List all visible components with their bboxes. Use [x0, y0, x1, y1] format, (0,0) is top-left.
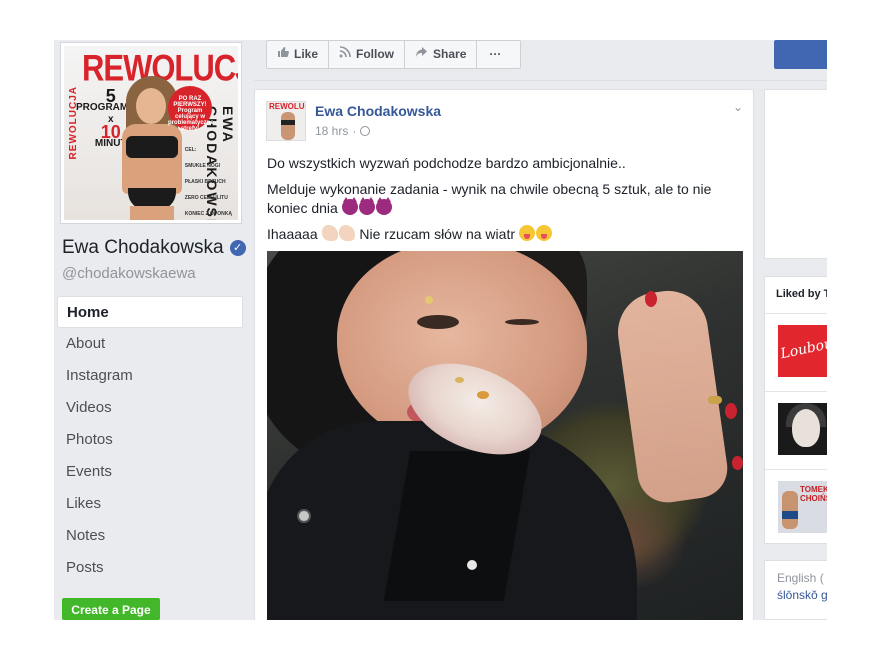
nav-item-likes[interactable]: Likes [57, 488, 243, 520]
more-options-button[interactable]: ··· [477, 41, 513, 68]
globe-icon [360, 126, 371, 136]
post-body: Do wszystkich wyzwań podchodze bardzo am… [267, 154, 737, 251]
facebook-page: REWOLUCJA REWOLUCJA EWA CHODAKOWSKA 5 PR… [54, 40, 827, 620]
liked-by-box: Liked by T Louboutin TOMEK CHOIŃSKI [764, 276, 827, 544]
cover-goals-list: CEL: SMUKŁE NOGI PŁASKI BRZUCH ZERO CELL… [184, 147, 232, 217]
right-info-box [764, 89, 827, 259]
liked-page-thumb-portrait[interactable] [778, 403, 827, 455]
page-handle: @chodakowskaewa [62, 265, 196, 282]
devil-emoji-icon [341, 197, 358, 215]
page-action-bar: Like Follow Share ··· [266, 40, 521, 69]
language-link[interactable]: ślōnskŏ g [777, 588, 827, 602]
cover-badge: PO RAZ PIERWSZY! Program celujący w prob… [168, 86, 214, 132]
share-arrow-icon [415, 41, 428, 68]
like-label: Like [294, 47, 319, 61]
like-button[interactable]: Like [267, 41, 330, 68]
left-column: REWOLUCJA REWOLUCJA EWA CHODAKOWSKA 5 PR… [54, 40, 250, 620]
post-photo[interactable] [267, 251, 743, 620]
current-language: English ( [777, 571, 824, 585]
create-page-button[interactable]: Create a Page [62, 598, 160, 620]
share-label: Share [433, 47, 467, 61]
post-meta: 18 hrs · [315, 124, 371, 138]
nav-item-home[interactable]: Home [57, 296, 243, 328]
nav-item-videos[interactable]: Videos [57, 392, 243, 424]
thumbs-up-icon [277, 41, 289, 68]
nav-item-notes[interactable]: Notes [57, 520, 243, 552]
page-title[interactable]: Ewa Chodakowska ✓ [62, 237, 246, 259]
follow-button[interactable]: Follow [329, 41, 406, 68]
devil-emoji-icon [358, 197, 375, 215]
chevron-down-icon[interactable]: ⌄ [733, 100, 743, 114]
liked-page-thumb-louboutin[interactable]: Louboutin [778, 325, 827, 377]
post-card: REWOLUCJA Ewa Chodakowska 18 hrs · ⌄ Do … [254, 89, 754, 620]
header-divider [254, 80, 827, 81]
liked-page-thumb-book[interactable]: TOMEK CHOIŃSKI [778, 481, 827, 533]
page-nav: Home About Instagram Videos Photos Event… [57, 296, 243, 584]
share-button[interactable]: Share [405, 41, 478, 68]
nav-item-posts[interactable]: Posts [57, 552, 243, 584]
devil-emoji-icon [375, 197, 392, 215]
language-box: English ( ślōnskŏ g [764, 560, 827, 620]
post-author-avatar[interactable]: REWOLUCJA [266, 101, 306, 141]
flexed-biceps-emoji-icon [338, 225, 355, 241]
rss-icon [339, 41, 351, 68]
nav-item-events[interactable]: Events [57, 456, 243, 488]
nav-item-instagram[interactable]: Instagram [57, 360, 243, 392]
post-timestamp[interactable]: 18 hrs [315, 124, 348, 138]
book-cover-image: REWOLUCJA REWOLUCJA EWA CHODAKOWSKA 5 PR… [64, 46, 238, 220]
liked-by-heading: Liked by T [776, 288, 827, 300]
profile-picture[interactable]: REWOLUCJA REWOLUCJA EWA CHODAKOWSKA 5 PR… [60, 42, 242, 224]
follow-label: Follow [356, 47, 395, 61]
nav-item-photos[interactable]: Photos [57, 424, 243, 456]
post-line-2: Melduje wykonanie zadania - wynik na chw… [267, 181, 712, 216]
page-name-text[interactable]: Ewa Chodakowska [62, 237, 224, 259]
verified-badge-icon: ✓ [229, 240, 246, 256]
post-author-name[interactable]: Ewa Chodakowska [315, 103, 441, 119]
winking-tongue-emoji-icon [535, 225, 552, 241]
meta-separator: · [352, 124, 357, 138]
flexed-biceps-emoji-icon [321, 225, 338, 241]
post-line-3: Ihaaaaa Nie rzucam słów na wiatr [267, 225, 737, 244]
message-button[interactable] [774, 40, 827, 69]
winking-tongue-emoji-icon [518, 225, 535, 241]
post-line-1: Do wszystkich wyzwań podchodze bardzo am… [267, 155, 626, 171]
nav-item-about[interactable]: About [57, 328, 243, 360]
